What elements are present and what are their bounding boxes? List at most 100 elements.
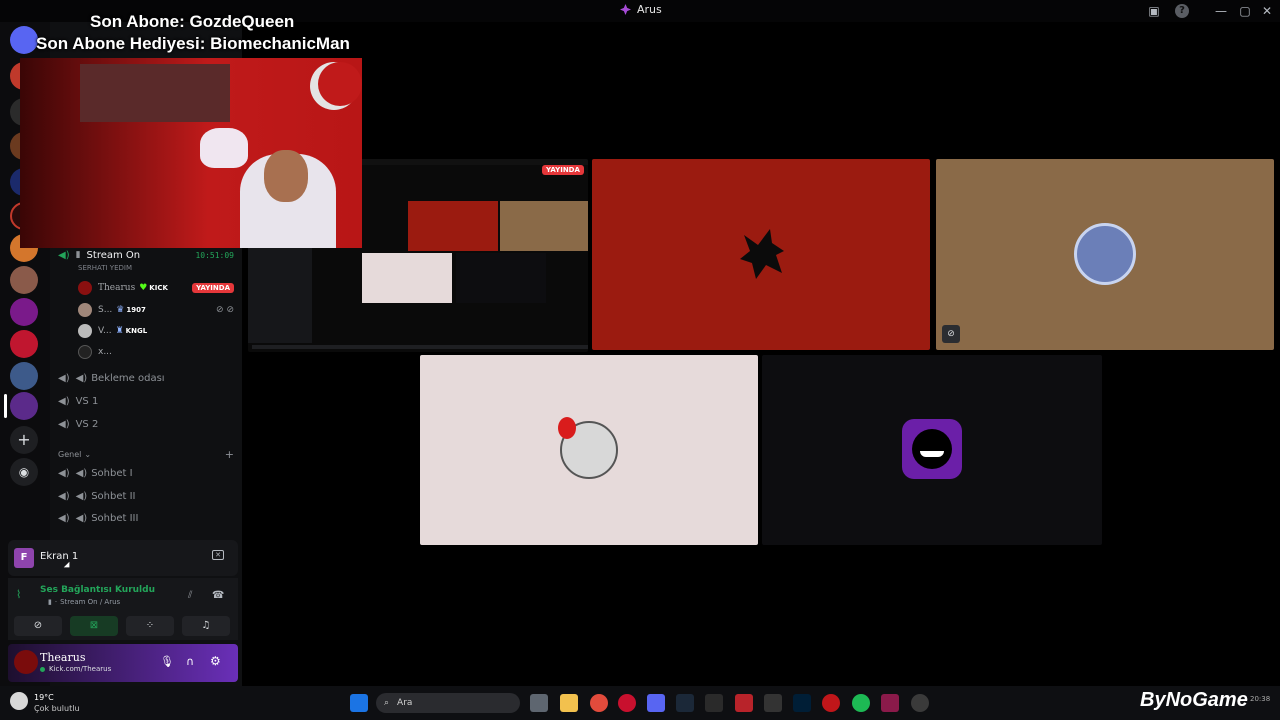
user-badge: 1907 <box>126 305 146 314</box>
stream-area: YAYINDA ⊘ <box>244 22 1280 686</box>
overlay-last-sub: Son Abone: GozdeQueen <box>90 12 295 31</box>
server-icon[interactable] <box>10 298 38 326</box>
camera-off-icon[interactable]: ⊘ <box>942 325 960 343</box>
muted-icon: ⊘ ⊘ <box>216 304 234 315</box>
microphone-icon[interactable]: 🎙︎ <box>160 655 174 668</box>
voice-status-title[interactable]: Ses Bağlantısı Kuruldu <box>40 585 155 595</box>
user-avatar[interactable] <box>14 650 38 674</box>
server-icon[interactable] <box>10 362 38 390</box>
app-icon[interactable] <box>911 694 929 712</box>
weather-desc[interactable]: Çok bulutlu <box>34 704 80 713</box>
user-panel-name[interactable]: Thearus <box>40 651 85 664</box>
minimize-button[interactable]: — <box>1212 2 1230 20</box>
add-server-icon[interactable]: + <box>10 426 38 454</box>
taskbar: 19°C Çok bulutlu ⌕ Ara ByNoGame 20:38 <box>0 686 1280 720</box>
maximize-button[interactable]: ▢ <box>1236 2 1254 20</box>
app-icon[interactable] <box>705 694 723 712</box>
avatar <box>78 344 92 359</box>
voice-channel-sohbet2[interactable]: ◀) ◀) Sohbet II <box>58 485 234 507</box>
add-channel-icon[interactable]: + <box>225 448 234 461</box>
app-icon[interactable] <box>735 694 753 712</box>
stop-share-icon[interactable]: ✕ <box>212 550 224 560</box>
channel-name: Sohbet III <box>91 512 139 524</box>
selected-indicator <box>4 394 7 418</box>
stream-tile-red[interactable] <box>592 159 930 350</box>
voice-user[interactable]: V... ♜ KNGL <box>78 320 234 341</box>
voice-channel-bekleme[interactable]: ◀) ◀) Bekleme odası <box>58 367 234 389</box>
category-name: Genel <box>58 450 82 459</box>
close-button[interactable]: ✕ <box>1258 2 1276 20</box>
search-icon: ⌕ <box>384 698 390 708</box>
live-badge: YAYINDA <box>542 165 584 175</box>
soundboard-button[interactable]: ♫ <box>182 616 230 636</box>
task-view-icon[interactable] <box>530 694 548 712</box>
channel-name: Bekleme odası <box>91 372 165 384</box>
app-icon[interactable] <box>881 694 899 712</box>
headphones-icon[interactable]: ∩ <box>186 655 194 668</box>
user-name: x... <box>98 346 112 357</box>
help-icon[interactable]: ? <box>1175 4 1189 18</box>
gear-icon[interactable]: ⚙ <box>210 654 221 668</box>
weather-icon[interactable] <box>10 692 28 710</box>
plush-toy <box>200 128 248 168</box>
channel-name: Stream On <box>86 249 141 261</box>
noise-suppression-icon[interactable]: ⫽ <box>188 590 192 601</box>
watermark-logo: ByNoGame <box>1140 689 1248 711</box>
activities-button[interactable]: ⁘ <box>126 616 174 636</box>
stream-tile-pink[interactable] <box>420 355 758 545</box>
server-icon[interactable] <box>10 266 38 294</box>
epic-games-icon[interactable] <box>764 694 782 712</box>
window-title-text: Arus <box>637 3 662 16</box>
windows-start-icon[interactable] <box>350 694 368 712</box>
hooded-avatar-icon <box>1074 223 1136 285</box>
signal-icon[interactable]: ⌇ <box>16 588 21 601</box>
avatar <box>78 302 92 317</box>
app-icon[interactable] <box>822 694 840 712</box>
file-explorer-icon[interactable] <box>560 694 578 712</box>
clock-time[interactable]: 20:38 <box>1250 695 1270 703</box>
disconnect-icon[interactable]: ☎ <box>212 590 224 601</box>
speaker-icon: ◀) <box>58 372 70 384</box>
category-genel[interactable]: Genel ⌄ + <box>58 448 234 461</box>
steam-icon[interactable] <box>676 694 694 712</box>
voice-channel-vs2[interactable]: ◀) VS 2 <box>58 413 234 435</box>
server-icon[interactable] <box>10 330 38 358</box>
grin-avatar-icon <box>902 419 962 479</box>
weather-temp[interactable]: 19°C <box>34 693 54 702</box>
speaker-icon: ◀) <box>75 490 88 502</box>
screen-share-button[interactable]: ⊠ <box>70 616 118 636</box>
chrome-icon[interactable] <box>590 694 608 712</box>
speaker-icon: ◀) <box>75 372 88 384</box>
server-icon-arus[interactable] <box>10 392 38 420</box>
stream-tile-tan[interactable]: ⊘ <box>936 159 1274 350</box>
voice-channel-stream-on[interactable]: ◀) ▮ Stream On 10:51:09 <box>58 246 234 264</box>
server-icon <box>620 4 631 15</box>
inbox-icon[interactable]: ▣ <box>1145 2 1163 20</box>
kick-heart-icon: ♥ <box>139 282 148 293</box>
opera-icon[interactable] <box>618 694 636 712</box>
photoshop-icon[interactable] <box>793 694 811 712</box>
voice-channel-sohbet3[interactable]: ◀) ◀) Sohbet III <box>58 507 234 529</box>
nested-tile-red <box>408 201 498 251</box>
search-input[interactable]: ⌕ Ara <box>376 693 520 713</box>
grin-mouth <box>920 451 944 457</box>
screen-avatar: F <box>14 548 34 568</box>
streamer-face <box>264 150 308 202</box>
voice-channel-vs1[interactable]: ◀) VS 1 <box>58 390 234 412</box>
grin-face <box>912 429 952 469</box>
discord-icon[interactable] <box>647 694 665 712</box>
voice-user[interactable]: x... <box>78 341 234 362</box>
stream-tile-dark[interactable] <box>762 355 1102 545</box>
voice-user[interactable]: S... ♛ 1907 ⊘ ⊘ <box>78 299 234 320</box>
user-panel-status: Kick.com/Thearus <box>40 665 111 673</box>
voice-user-thearus[interactable]: Thearus ♥ KICK YAYINDA <box>78 277 234 298</box>
flag-crescent-cut <box>318 62 362 106</box>
explore-icon[interactable]: ◉ <box>10 458 38 486</box>
spotify-icon[interactable] <box>852 694 870 712</box>
camera-off-button[interactable]: ⊘ <box>14 616 62 636</box>
voice-channel-sohbet1[interactable]: ◀) ◀) Sohbet I <box>58 462 234 484</box>
voice-connection-panel: ⌇ Ses Bağlantısı Kuruldu ▮ · Stream On /… <box>8 578 238 640</box>
home-discord-icon[interactable] <box>10 26 38 54</box>
balloon-icon <box>558 417 576 439</box>
overlay-last-gift: Son Abone Hediyesi: BiomechanicMan <box>36 34 350 53</box>
